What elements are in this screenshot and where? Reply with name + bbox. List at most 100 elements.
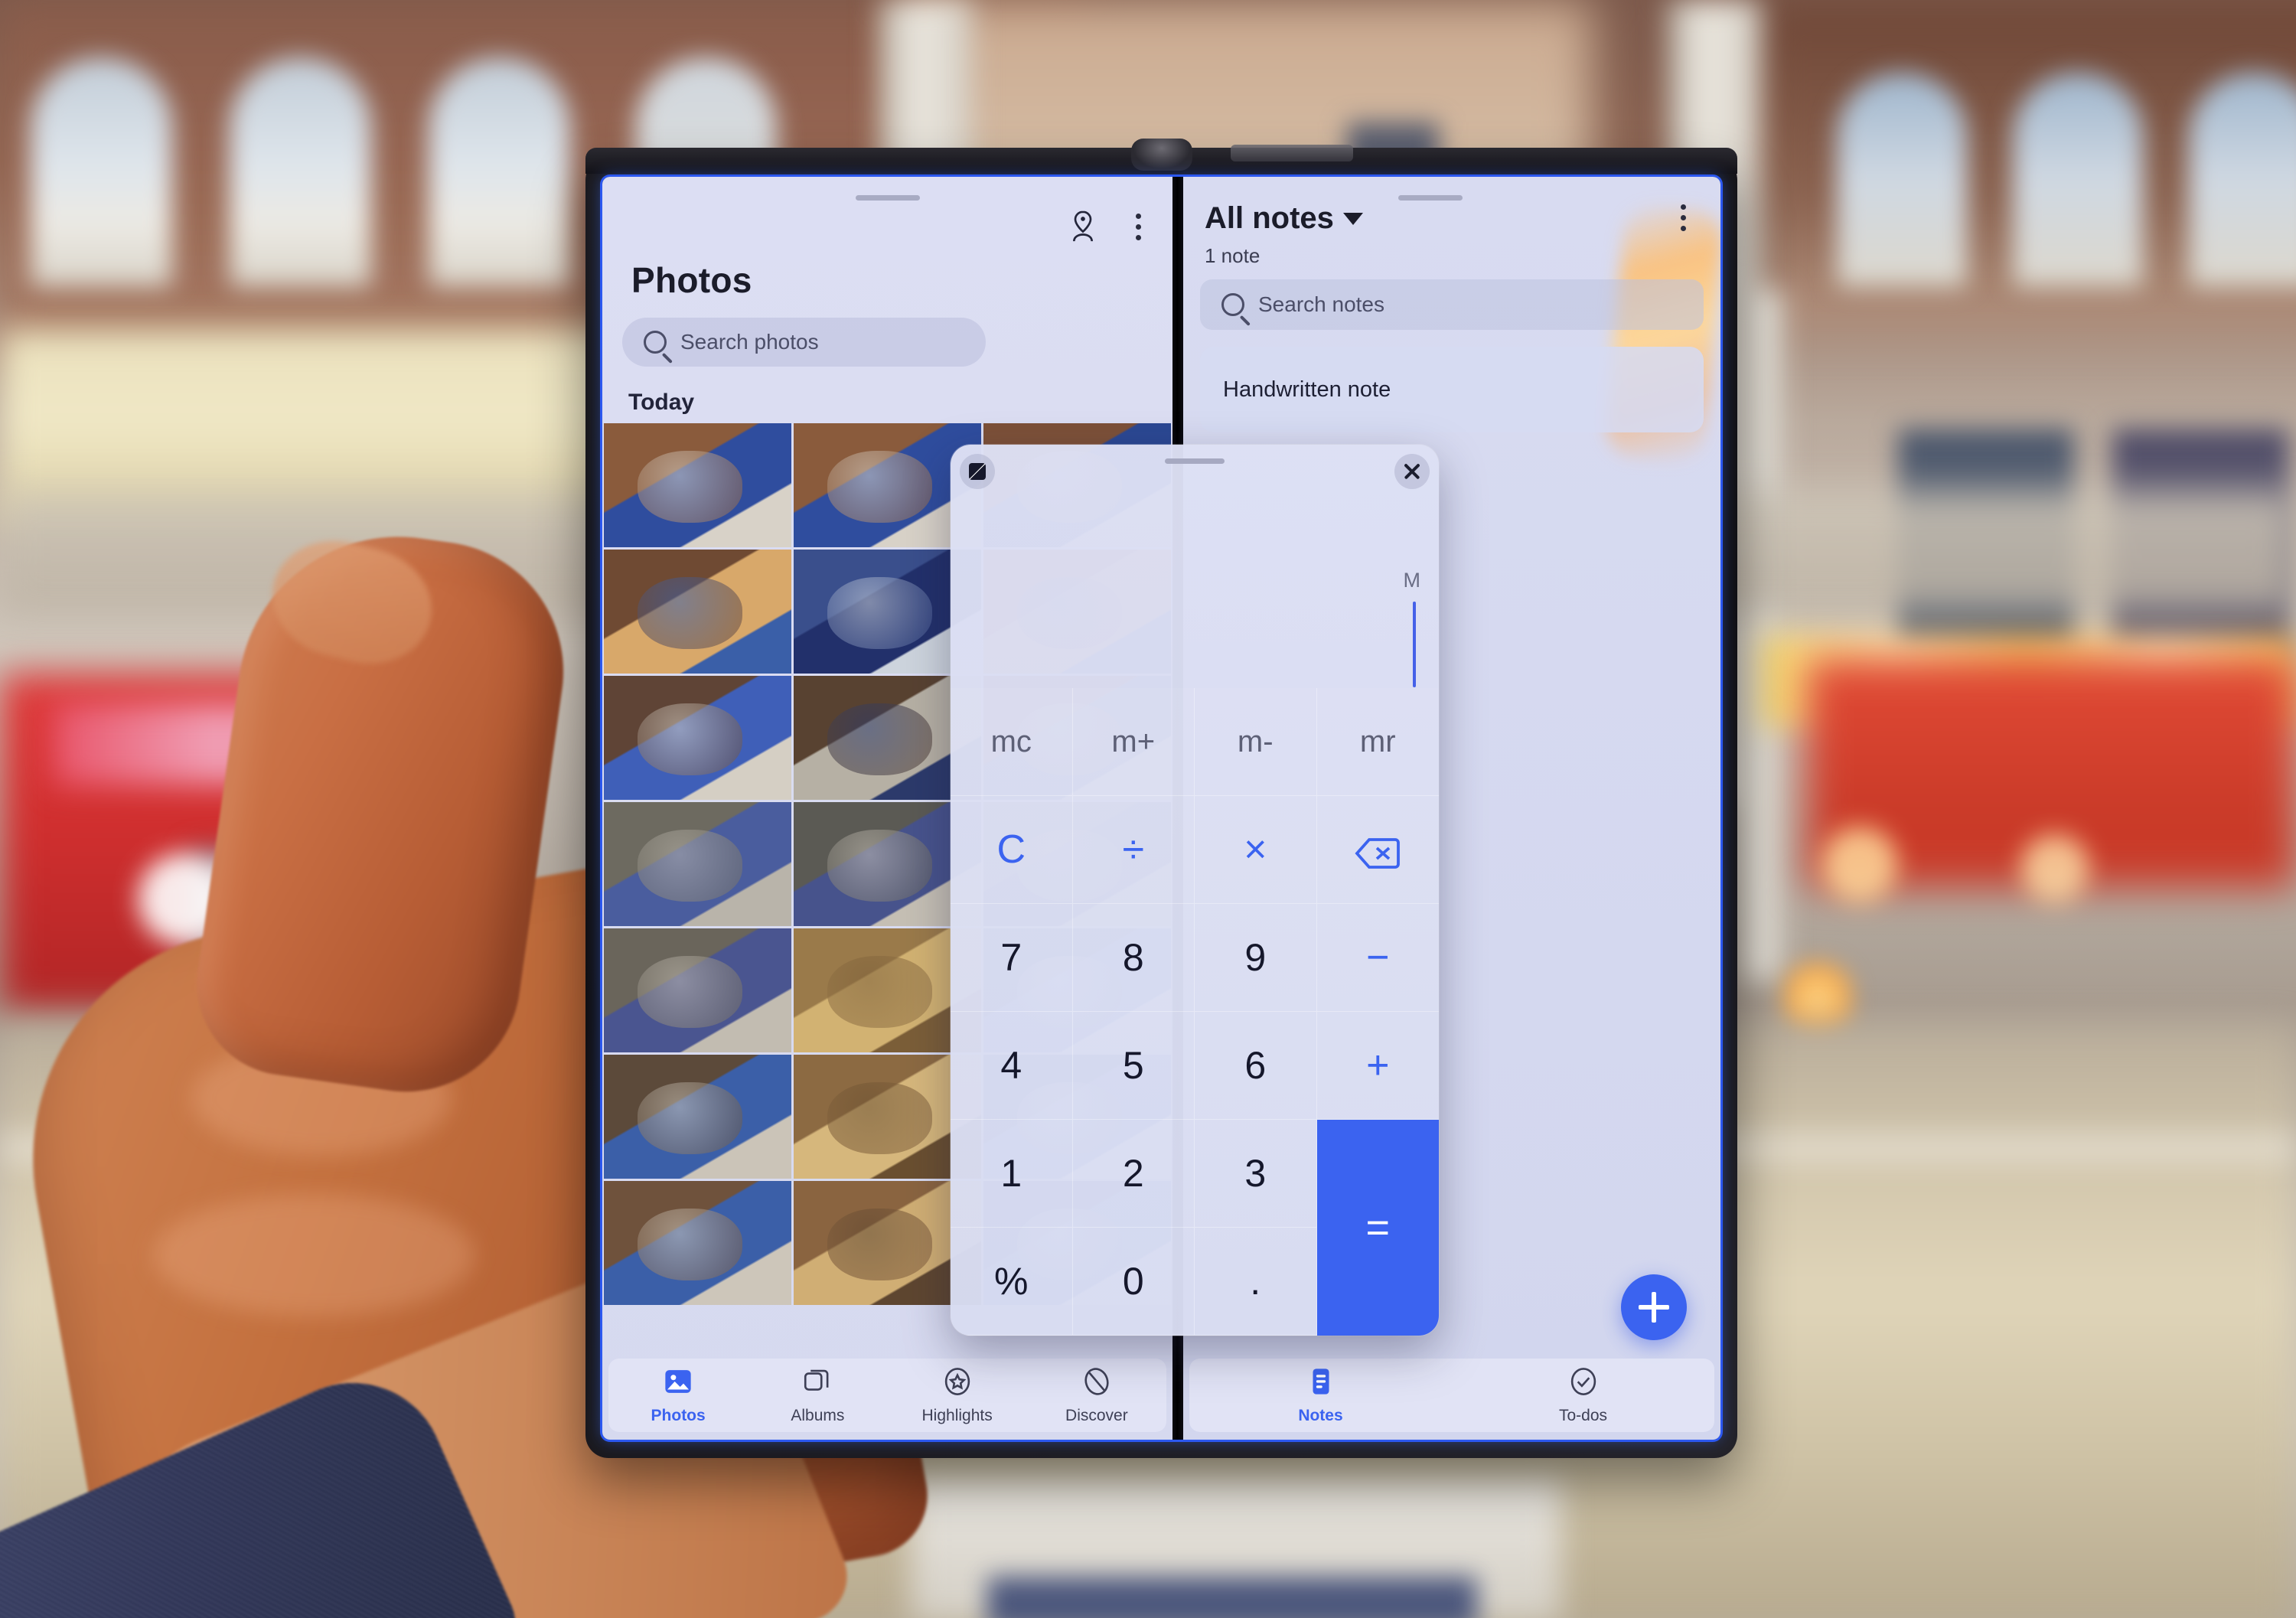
search-notes-input[interactable]: Search notes <box>1200 279 1704 330</box>
photo-subject <box>827 955 933 1028</box>
photo-thumbnail[interactable] <box>604 802 791 926</box>
nav-item-notes[interactable]: Notes <box>1189 1365 1452 1425</box>
photo-thumbnail[interactable] <box>604 1055 791 1179</box>
photo-thumbnail[interactable] <box>604 928 791 1052</box>
calc-key-−[interactable]: − <box>1316 904 1439 1012</box>
calc-key-%[interactable]: % <box>951 1228 1073 1336</box>
check-circle-icon <box>1567 1365 1600 1401</box>
calc-key-7[interactable]: 7 <box>951 904 1073 1012</box>
photo-thumbnail[interactable] <box>604 550 791 674</box>
photo-subject <box>638 1081 743 1154</box>
albums-icon <box>801 1365 833 1401</box>
plus-icon <box>1639 1292 1669 1323</box>
photo-thumbnail[interactable] <box>604 423 791 547</box>
calc-key-3[interactable]: 3 <box>1195 1120 1317 1228</box>
calc-key-0[interactable]: 0 <box>1072 1228 1195 1336</box>
calc-key-m+[interactable]: m+ <box>1072 688 1195 796</box>
notes-bottom-nav: Notes To-dos <box>1189 1359 1714 1432</box>
palm-crease <box>153 1194 475 1316</box>
calculator-floating-window[interactable]: M mc m+ m-mr C ÷ × 7 8 9− 4 5 6 +1 2 3 =% 0. <box>951 445 1439 1336</box>
calc-key-6[interactable]: 6 <box>1195 1012 1317 1120</box>
nav-item-highlights[interactable]: Highlights <box>888 1365 1027 1425</box>
photo-thumbnail[interactable] <box>604 676 791 800</box>
nav-item-photos[interactable]: Photos <box>608 1365 748 1425</box>
nav-item-label: Albums <box>791 1407 845 1424</box>
photo-subject <box>638 450 743 523</box>
location-pin-person-icon[interactable] <box>1065 209 1101 244</box>
photo-subject <box>827 576 933 649</box>
calc-key-5[interactable]: 5 <box>1072 1012 1195 1120</box>
calc-key-backspace[interactable] <box>1316 796 1439 904</box>
calc-key-4[interactable]: 4 <box>951 1012 1073 1120</box>
note-list-item[interactable]: Handwritten note <box>1200 347 1704 432</box>
memory-indicator: M <box>1403 569 1421 592</box>
photo-subject <box>638 703 743 775</box>
photo-subject <box>827 703 933 775</box>
photo-thumbnail-image <box>604 550 791 674</box>
star-circle-icon <box>941 1365 974 1401</box>
backspace-icon <box>1355 833 1401 869</box>
calculator-display: M <box>951 445 1439 688</box>
photo-subject <box>827 829 933 902</box>
more-vertical-icon[interactable] <box>1120 209 1156 244</box>
notes-filter-dropdown[interactable]: All notes <box>1205 201 1363 236</box>
photo-thumbnail-image <box>604 423 791 547</box>
notes-icon <box>1305 1365 1337 1401</box>
photos-toolbar <box>1065 209 1156 244</box>
discover-icon <box>1081 1365 1113 1401</box>
nav-item-to-dos[interactable]: To-dos <box>1452 1365 1714 1425</box>
photos-bottom-nav: Photos Albums Highlights Discover <box>608 1359 1166 1432</box>
photo-subject <box>827 1081 933 1154</box>
calc-key-8[interactable]: 8 <box>1072 904 1195 1012</box>
calc-key-÷[interactable]: ÷ <box>1072 796 1195 904</box>
nav-item-label: Photos <box>651 1407 706 1424</box>
photo-thumbnail[interactable] <box>604 1181 791 1305</box>
window-drag-handle[interactable] <box>855 195 920 201</box>
search-notes-placeholder: Search notes <box>1258 292 1384 316</box>
photo-subject <box>827 450 933 523</box>
calc-key-mr[interactable]: mr <box>1316 688 1439 796</box>
page-title: Photos <box>631 260 752 300</box>
add-note-fab[interactable] <box>1621 1274 1687 1340</box>
calc-key-×[interactable]: × <box>1195 796 1317 904</box>
nav-item-label: Discover <box>1065 1407 1128 1424</box>
calc-key-+[interactable]: + <box>1316 1012 1439 1120</box>
calc-key-9[interactable]: 9 <box>1195 904 1317 1012</box>
photo-thumbnail-image <box>604 1055 791 1179</box>
photo-subject <box>638 829 743 902</box>
photo-thumbnail-image <box>604 676 791 800</box>
nav-item-albums[interactable]: Albums <box>748 1365 887 1425</box>
photo-thumbnail-image <box>604 1181 791 1305</box>
hinge-camera <box>1130 139 1192 171</box>
section-header-today: Today <box>628 390 695 415</box>
search-icon <box>644 331 667 354</box>
photo-icon <box>662 1365 694 1401</box>
search-icon <box>1221 293 1244 316</box>
more-vertical-icon[interactable] <box>1665 200 1701 235</box>
calc-key-m-[interactable]: m- <box>1195 688 1317 796</box>
notes-filter-label: All notes <box>1205 201 1334 235</box>
photo-subject <box>827 1208 933 1280</box>
nav-item-label: To-dos <box>1558 1407 1608 1424</box>
text-cursor <box>1413 602 1416 687</box>
calc-key-1[interactable]: 1 <box>951 1120 1073 1228</box>
photo-thumbnail-image <box>604 928 791 1052</box>
nav-item-label: Highlights <box>921 1407 993 1424</box>
foldable-phone: Photos Search photos Today Photos Albums H… <box>585 139 1737 1458</box>
calc-key-mc[interactable]: mc <box>951 688 1073 796</box>
window-drag-handle[interactable] <box>1397 195 1463 201</box>
calc-key-.[interactable]: . <box>1195 1228 1317 1336</box>
photo-subject <box>638 1208 743 1280</box>
nav-item-label: Notes <box>1298 1407 1343 1424</box>
photo-subject <box>638 576 743 649</box>
calc-key-C[interactable]: C <box>951 796 1073 904</box>
search-photos-placeholder: Search photos <box>680 330 819 354</box>
notes-count-label: 1 note <box>1205 244 1261 267</box>
nav-item-discover[interactable]: Discover <box>1027 1365 1166 1425</box>
calc-key-=[interactable]: = <box>1316 1120 1439 1336</box>
photo-thumbnail-image <box>604 802 791 926</box>
search-photos-input[interactable]: Search photos <box>622 318 986 367</box>
inner-display: Photos Search photos Today Photos Albums H… <box>602 177 1720 1440</box>
calc-key-2[interactable]: 2 <box>1072 1120 1195 1228</box>
photo-subject <box>638 955 743 1028</box>
